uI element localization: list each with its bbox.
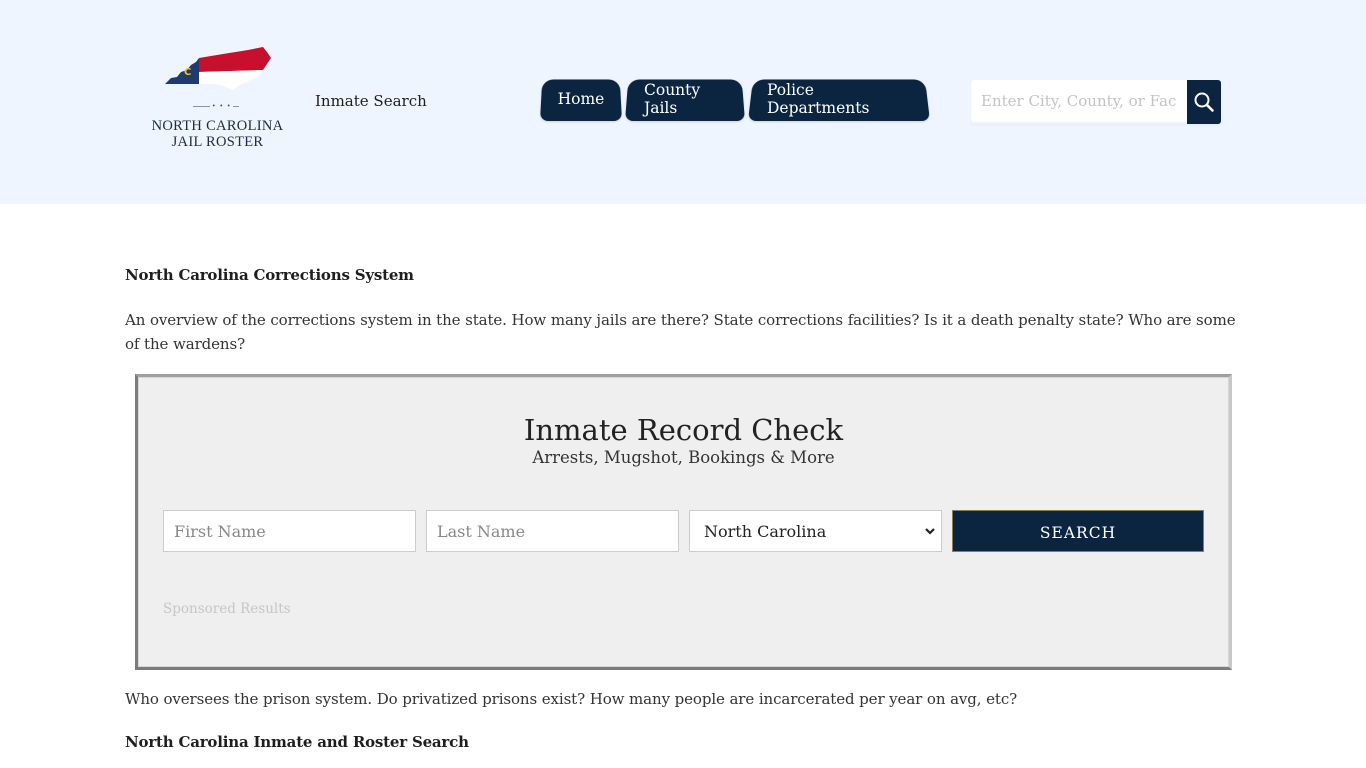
record-check-form: North Carolina SEARCH: [163, 510, 1204, 552]
location-search-input[interactable]: [971, 80, 1187, 122]
last-name-input[interactable]: [426, 510, 679, 552]
prison-system-paragraph: Who oversees the prison system. Do priva…: [125, 690, 1018, 708]
logo-line-1: North Carolina: [151, 118, 284, 134]
section-heading-corrections: North Carolina Corrections System: [125, 266, 414, 284]
nav-county-jails[interactable]: County Jails: [625, 77, 745, 121]
nc-state-flag-icon: C: [165, 47, 271, 90]
sponsored-results-label: Sponsored Results: [163, 601, 291, 617]
search-icon: [1194, 92, 1214, 112]
first-name-input[interactable]: [163, 510, 416, 552]
nav-police-departments[interactable]: Police Departments: [748, 77, 930, 121]
logo-dots: • • •: [210, 103, 234, 110]
header-search: [971, 80, 1221, 124]
logo-line-2: Jail Roster: [171, 134, 264, 150]
inmate-record-check-panel: Inmate Record Check Arrests, Mugshot, Bo…: [135, 374, 1232, 670]
nav-home[interactable]: Home: [540, 77, 622, 121]
section-heading-roster-search: North Carolina Inmate and Roster Search: [125, 733, 469, 751]
corrections-overview-paragraph: An overview of the corrections system in…: [125, 311, 1236, 353]
record-search-button[interactable]: SEARCH: [952, 510, 1204, 552]
state-select-value: North Carolina: [704, 521, 827, 541]
chevron-down-icon: [925, 528, 935, 535]
logo-text: North Carolina Jail Roster: [145, 118, 290, 150]
header-search-button[interactable]: [1187, 80, 1221, 124]
state-select[interactable]: North Carolina: [689, 510, 942, 552]
site-header: C • • • North Carolina Jail Roster Inmat…: [0, 0, 1366, 204]
site-subtitle[interactable]: Inmate Search: [315, 92, 427, 110]
main-nav: Home County Jails Police Departments: [540, 77, 933, 121]
record-check-subtitle: Arrests, Mugshot, Bookings & More: [532, 448, 835, 467]
site-logo[interactable]: C • • • North Carolina Jail Roster: [145, 44, 290, 154]
logo-letter: C: [184, 67, 191, 78]
record-check-title: Inmate Record Check: [523, 413, 844, 447]
